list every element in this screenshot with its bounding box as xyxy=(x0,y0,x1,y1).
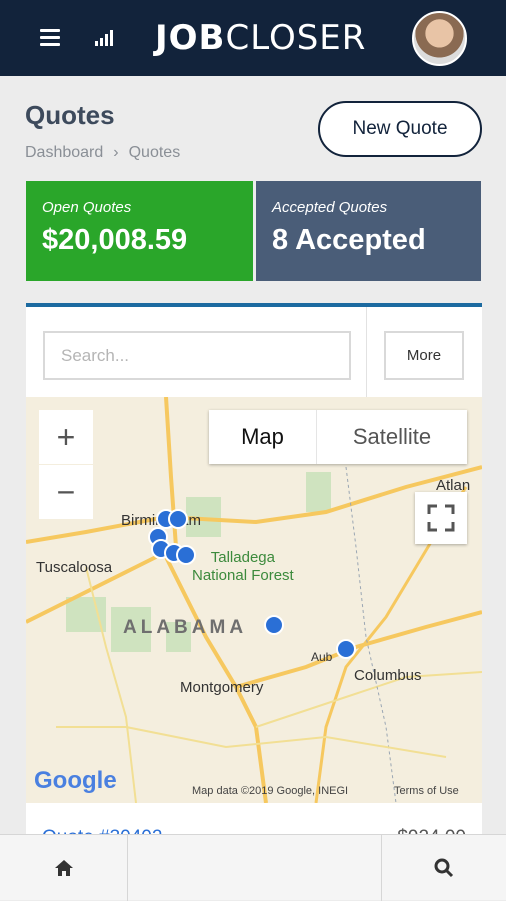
open-quotes-label: Open Quotes xyxy=(42,199,132,216)
page-title: Quotes xyxy=(25,100,115,130)
quotes-panel: More + − Map Satellite Birmi xyxy=(26,303,482,848)
search-nav-button[interactable] xyxy=(382,835,506,901)
user-avatar[interactable] xyxy=(412,11,467,66)
accepted-quotes-card[interactable]: Accepted Quotes 8 Accepted xyxy=(256,181,481,281)
map-label-tuscaloosa: Tuscaloosa xyxy=(36,559,113,576)
map-pin[interactable] xyxy=(168,509,188,529)
nav-spacer xyxy=(128,835,382,901)
zoom-out-button[interactable]: − xyxy=(39,465,93,519)
new-quote-button[interactable]: New Quote xyxy=(318,101,482,157)
map-pin[interactable] xyxy=(336,639,356,659)
bottom-nav xyxy=(0,834,506,901)
home-nav-button[interactable] xyxy=(0,835,128,901)
accepted-quotes-label: Accepted Quotes xyxy=(272,199,388,216)
chevron-right-icon: › xyxy=(113,144,119,161)
app-logo[interactable]: JOBCLOSER xyxy=(155,18,366,58)
accepted-quotes-value: 8 Accepted xyxy=(272,224,426,256)
fullscreen-icon[interactable] xyxy=(415,492,467,544)
divider xyxy=(366,307,367,397)
bar-chart-icon[interactable] xyxy=(95,30,115,46)
open-quotes-card[interactable]: Open Quotes $20,008.59 xyxy=(26,181,253,281)
map-label-atlanta: Atlan xyxy=(436,477,471,494)
breadcrumb: Dashboard › Quotes xyxy=(25,144,180,162)
map-type-satellite[interactable]: Satellite xyxy=(317,410,467,464)
search-icon xyxy=(434,858,454,878)
quotes-map[interactable]: + − Map Satellite Birmingham Tuscaloosa … xyxy=(26,397,482,803)
map-label-columbus: Columbus xyxy=(354,667,422,684)
map-label-talladega: Talladega National Forest xyxy=(192,549,294,584)
map-attribution: Map data ©2019 Google, INEGI xyxy=(192,785,349,797)
zoom-in-button[interactable]: + xyxy=(39,410,93,464)
map-label-auburn: Aub xyxy=(311,650,333,664)
map-terms-link[interactable]: Terms of Use xyxy=(394,785,459,797)
home-icon xyxy=(54,860,73,876)
more-button[interactable]: More xyxy=(384,331,464,380)
map-pin[interactable] xyxy=(176,545,196,565)
hamburger-menu-icon[interactable] xyxy=(40,29,60,46)
map-type-toggle: Map Satellite xyxy=(209,410,467,464)
search-input[interactable] xyxy=(43,331,351,380)
map-label-alabama: ALABAMA xyxy=(123,617,248,638)
top-bar: JOBCLOSER xyxy=(0,0,506,76)
google-logo: Google xyxy=(34,767,117,794)
breadcrumb-quotes: Quotes xyxy=(128,144,181,161)
map-label-montgomery: Montgomery xyxy=(180,679,264,696)
open-quotes-value: $20,008.59 xyxy=(42,224,188,256)
map-type-map[interactable]: Map xyxy=(209,410,317,464)
map-pin[interactable] xyxy=(264,615,284,635)
breadcrumb-dashboard[interactable]: Dashboard xyxy=(25,144,103,161)
